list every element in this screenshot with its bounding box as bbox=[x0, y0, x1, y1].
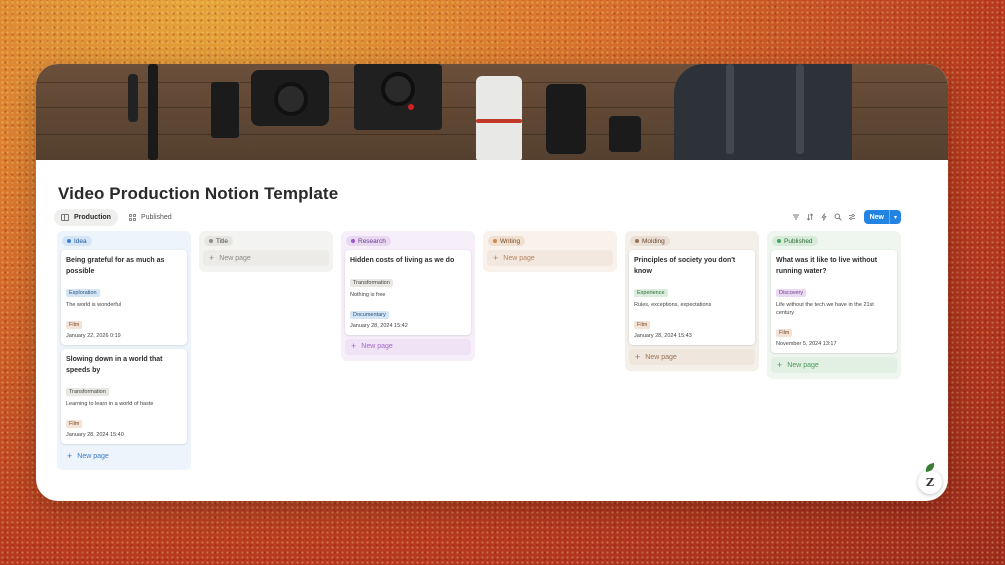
plus-icon: + bbox=[67, 450, 73, 461]
card-date: January 22, 2026 0:19 bbox=[66, 333, 121, 339]
column-label: Published bbox=[784, 237, 813, 245]
new-page-label: New page bbox=[77, 452, 109, 460]
status-badge[interactable]: Idea bbox=[62, 236, 92, 246]
notion-window: Video Production Notion Template Product… bbox=[36, 64, 948, 501]
new-page-button[interactable]: + New page bbox=[345, 338, 471, 355]
plus-icon: + bbox=[351, 341, 357, 351]
format-tag: Film bbox=[66, 420, 83, 428]
automation-icon[interactable] bbox=[820, 213, 828, 221]
theme-tag: Transformation bbox=[350, 278, 393, 287]
status-badge[interactable]: Title bbox=[204, 236, 234, 246]
new-page-button[interactable]: + New page bbox=[771, 357, 897, 373]
column-label: Molding bbox=[642, 237, 665, 245]
status-dot bbox=[493, 239, 497, 243]
theme-tag: Discovery bbox=[776, 289, 807, 297]
flash bbox=[609, 116, 641, 152]
status-dot bbox=[351, 239, 355, 243]
help-icon: Z bbox=[925, 475, 935, 489]
new-page-button[interactable]: + New page bbox=[487, 250, 613, 266]
column-writing: Writing + New page bbox=[483, 231, 617, 272]
filter-icon[interactable] bbox=[792, 213, 800, 221]
new-page-label: New page bbox=[503, 254, 535, 262]
page-title: Video Production Notion Template bbox=[58, 184, 339, 203]
new-page-button[interactable]: + New page bbox=[629, 349, 755, 365]
board-card[interactable]: What was it like to live without running… bbox=[771, 250, 897, 353]
camera-strap bbox=[148, 64, 158, 160]
board-card[interactable]: Slowing down in a world that speeds by T… bbox=[61, 349, 187, 444]
card-description: Life without the tech we have in the 21s… bbox=[776, 302, 874, 316]
card-title: Being grateful for as much as possible bbox=[66, 257, 165, 275]
new-button-label: New bbox=[869, 213, 884, 221]
plus-icon: + bbox=[209, 252, 215, 263]
status-dot bbox=[209, 239, 213, 243]
sort-icon[interactable] bbox=[806, 213, 814, 221]
status-dot bbox=[777, 239, 781, 243]
column-title: Title + New page bbox=[199, 231, 333, 272]
card-title: What was it like to live without running… bbox=[776, 257, 878, 275]
plus-icon: + bbox=[493, 252, 499, 263]
new-page-label: New page bbox=[645, 353, 677, 361]
format-tag: Documentary bbox=[350, 310, 389, 319]
card-date: January 28, 2024 15:43 bbox=[634, 333, 692, 339]
theme-tag: Transformation bbox=[66, 388, 109, 396]
card-title: Hidden costs of living as we do bbox=[350, 257, 455, 264]
tab-label: Published bbox=[140, 214, 172, 221]
status-badge[interactable]: Molding bbox=[630, 236, 670, 246]
format-tag: Film bbox=[66, 321, 83, 329]
column-research: Research Hidden costs of living as we do… bbox=[341, 231, 475, 361]
format-tag: Film bbox=[776, 329, 793, 337]
plus-icon: + bbox=[635, 351, 641, 362]
column-label: Writing bbox=[500, 237, 521, 245]
status-badge[interactable]: Research bbox=[346, 236, 391, 246]
column-label: Idea bbox=[74, 237, 87, 245]
backpack bbox=[674, 64, 852, 160]
tab-label: Production bbox=[74, 214, 111, 221]
new-page-button[interactable]: + New page bbox=[61, 448, 187, 464]
tab-production[interactable]: Production bbox=[54, 209, 118, 226]
board-card[interactable]: Being grateful for as much as possible E… bbox=[61, 250, 187, 345]
cover-image[interactable] bbox=[36, 64, 948, 160]
format-tag: Film bbox=[634, 321, 651, 329]
card-date: January 28, 2024 15:42 bbox=[350, 322, 408, 329]
column-label: Title bbox=[216, 237, 229, 245]
plus-icon: + bbox=[777, 359, 783, 370]
status-dot bbox=[635, 239, 639, 243]
new-page-label: New page bbox=[219, 254, 251, 262]
search-icon[interactable] bbox=[834, 213, 842, 221]
view-tabs: Production Published bbox=[54, 209, 179, 226]
status-badge[interactable]: Published bbox=[772, 236, 818, 246]
status-badge[interactable]: Writing bbox=[488, 236, 526, 246]
white-lens bbox=[476, 76, 522, 160]
settings-icon[interactable] bbox=[848, 213, 856, 221]
theme-tag: Experience bbox=[634, 289, 668, 297]
card-date: January 28, 2024 15:40 bbox=[66, 432, 124, 438]
column-molding: Molding Principles of society you don't … bbox=[625, 231, 759, 371]
card-description: Learning to learn in a world of haste bbox=[66, 401, 154, 407]
card-title: Slowing down in a world that speeds by bbox=[66, 356, 163, 374]
new-page-label: New page bbox=[787, 361, 819, 369]
card-title: Principles of society you don't know bbox=[634, 257, 736, 275]
board-card[interactable]: Principles of society you don't know Exp… bbox=[629, 250, 755, 345]
view-toolbar: New ▾ bbox=[792, 210, 901, 224]
chevron-down-icon[interactable]: ▾ bbox=[888, 210, 901, 224]
card-date: November 5, 2024 13:17 bbox=[776, 341, 837, 347]
card-description: Nothing is free bbox=[350, 291, 386, 298]
column-label: Research bbox=[358, 237, 386, 245]
column-published: Published What was it like to live witho… bbox=[767, 231, 901, 379]
card-description: The world is wonderful bbox=[66, 302, 122, 308]
new-button[interactable]: New ▾ bbox=[863, 210, 901, 224]
column-idea: Idea Being grateful for as much as possi… bbox=[57, 231, 191, 470]
new-page-button[interactable]: + New page bbox=[203, 250, 329, 266]
black-lens bbox=[546, 84, 586, 154]
table-icon bbox=[61, 214, 69, 221]
theme-tag: Exploration bbox=[66, 289, 100, 297]
status-dot bbox=[67, 239, 71, 243]
red-battery bbox=[211, 82, 239, 138]
help-button[interactable]: Z bbox=[918, 462, 942, 494]
new-page-label: New page bbox=[361, 343, 393, 350]
tab-published[interactable]: Published bbox=[122, 209, 179, 226]
gallery-icon bbox=[128, 214, 136, 221]
board-card[interactable]: Hidden costs of living as we do Transfor… bbox=[345, 250, 471, 335]
card-description: Rules, exceptions, expectations bbox=[634, 302, 712, 308]
